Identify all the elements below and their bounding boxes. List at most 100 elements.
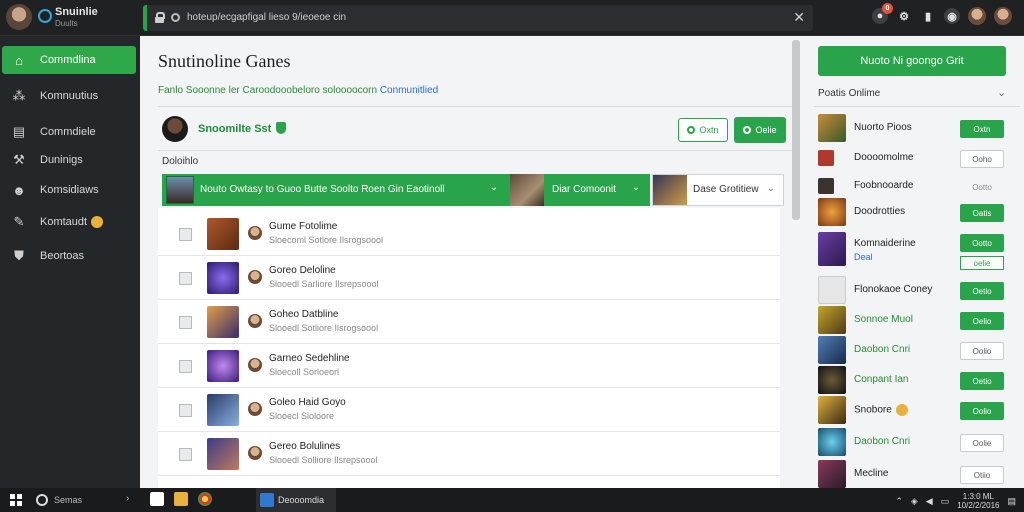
address-bar[interactable]: hoteup/ecgapfigal lieso 9/ieoeoe cin ✕ <box>143 5 813 31</box>
profile-outline-button[interactable]: Oxtn <box>678 118 728 142</box>
bookmark-icon[interactable]: ▮ <box>920 8 936 24</box>
friend-row[interactable]: Daobon Cnri Oolie <box>818 428 1008 456</box>
user-avatar[interactable] <box>6 4 32 30</box>
settings-icon[interactable]: ⚙ <box>896 8 912 24</box>
network-icon[interactable]: ◈ <box>911 496 918 507</box>
friend-row[interactable]: Mecline Otiio <box>818 460 1008 488</box>
windows-start-icon[interactable] <box>10 494 22 506</box>
friend-row[interactable]: Doodrotties Oatis <box>818 198 1008 226</box>
sidebar-item-chat[interactable]: ✎ Komtaudt <box>2 208 136 236</box>
taskbar: Semas › Deooomdia ⌃ ◈ ◀ ▭ 1:3:0 ML 10/2/… <box>0 488 1024 512</box>
sidebar-item-library[interactable]: ▤ Commdiele <box>2 118 136 146</box>
friend-action-button[interactable]: Oelio <box>960 312 1004 330</box>
reload-icon[interactable] <box>171 13 180 22</box>
friend-row[interactable]: Komnaiderine Ootto Deal oelie <box>818 232 1008 272</box>
friend-row[interactable]: Sonnoe Muol Oelio <box>818 306 1008 334</box>
close-icon[interactable]: ✕ <box>793 9 805 26</box>
friend-action-button[interactable]: Oolio <box>960 342 1004 360</box>
friend-action-button[interactable]: Oxtn <box>960 120 1004 138</box>
list-item[interactable]: Goleo Haid Goyo Slooecl Sioloore <box>158 388 780 432</box>
list-item[interactable]: Gume Fotolime Sloecoml Sotlore Ilsrogsoo… <box>158 212 780 256</box>
row-checkbox[interactable] <box>179 316 192 329</box>
record-icon[interactable]: ◉ <box>944 8 960 24</box>
friend-action-button[interactable]: Oolio <box>960 402 1004 420</box>
row-checkbox[interactable] <box>179 272 192 285</box>
chevron-down-icon[interactable]: ⌄ <box>997 86 1006 99</box>
profile-avatar[interactable] <box>994 7 1012 25</box>
search-icon[interactable] <box>36 494 48 506</box>
game-thumbnail <box>207 306 239 338</box>
folder-icon[interactable] <box>174 492 188 506</box>
filter-thumbnail <box>653 175 687 205</box>
chevron-down-icon: ⌄ <box>631 182 640 193</box>
friend-action-button[interactable]: Oetio <box>960 282 1004 300</box>
game-list: Gume Fotolime Sloecoml Sotlore Ilsrogsoo… <box>158 208 780 488</box>
friends-online-label: Poatis Onlime <box>818 88 881 99</box>
volume-icon[interactable]: ◀ <box>926 496 933 507</box>
profile-avatar[interactable] <box>162 116 188 142</box>
sidebar-item-home[interactable]: ⌂ Commdlina <box>2 46 136 74</box>
windows-logo-icon[interactable] <box>150 492 164 506</box>
breadcrumb-link[interactable]: Conmunitlied <box>380 85 438 96</box>
sidebar-item-community[interactable]: ⁂ Komnuutius <box>2 82 136 110</box>
sidebar-item-tools[interactable]: ⚒ Duninigs <box>2 146 136 174</box>
profile-name[interactable]: Snoomilte Sst <box>198 123 271 135</box>
page-title: Snutinoline Ganes <box>158 51 291 71</box>
friend-secondary-button[interactable]: oelie <box>960 256 1004 270</box>
friend-name: Nuorto Pioos <box>854 122 912 133</box>
sidebar-item-friends[interactable]: ☻ Komsidiaws <box>2 176 136 204</box>
taskbar-search-label[interactable]: Semas <box>54 495 82 505</box>
friend-row[interactable]: Doooomolme Ooho <box>818 144 1008 172</box>
main-scrollbar[interactable] <box>792 40 800 220</box>
row-checkbox[interactable] <box>179 404 192 417</box>
list-item[interactable]: Garneo Sedehline Sloecoll Sorloeorl <box>158 344 780 388</box>
notifications-icon[interactable]: ▤ <box>1007 496 1016 507</box>
friend-name: Komnaiderine <box>854 238 916 249</box>
list-item[interactable]: Goheo Datbline Slooedl Sotliore Ilsrogso… <box>158 300 780 344</box>
chevron-right-icon[interactable]: › <box>126 493 129 504</box>
friend-action-button[interactable]: Oatis <box>960 204 1004 222</box>
friend-avatar <box>818 114 846 142</box>
game-thumbnail <box>207 218 239 250</box>
row-checkbox[interactable] <box>179 360 192 373</box>
chat-icon[interactable]: ● 0 <box>872 3 893 24</box>
clock[interactable]: 1:3:0 ML 10/2/2/2016 <box>957 492 999 510</box>
list-item[interactable]: Gereo Bolulines Slooedl Solliore Ilsreps… <box>158 432 780 476</box>
friend-row[interactable]: Foobnooarde Ootto <box>818 172 1008 200</box>
friend-row[interactable]: Daobon Cnri Oolio <box>818 336 1008 364</box>
wrench-icon: ⚒ <box>13 152 25 167</box>
add-friend-button[interactable]: Nuoto Ni goongo Grit <box>818 46 1006 76</box>
friend-row[interactable]: Snobore Oolio <box>818 396 1008 424</box>
friend-avatar <box>818 428 846 456</box>
friend-name: Conpant Ian <box>854 374 909 385</box>
chevron-up-icon[interactable]: ⌃ <box>895 496 903 507</box>
taskbar-active-app[interactable]: Deooomdia <box>256 488 336 512</box>
filter-dropdown-2[interactable]: Diar Comoonit ⌄ <box>508 174 650 206</box>
profile-solid-button[interactable]: Oelie <box>734 117 786 143</box>
address-text[interactable]: hoteup/ecgapfigal lieso 9/ieoeoe cin <box>187 12 346 23</box>
friend-avatar[interactable] <box>968 7 986 25</box>
friend-row[interactable]: Nuorto Pioos Oxtn <box>818 114 1008 142</box>
row-checkbox[interactable] <box>179 228 192 241</box>
friend-action-button[interactable]: Oolie <box>960 434 1004 452</box>
list-item[interactable]: Goreo Deloline Slooedl Sarliore Ilsrepso… <box>158 256 780 300</box>
friend-row[interactable]: Conpant Ian Oetio <box>818 366 1008 394</box>
friend-action-button[interactable]: Ootto <box>960 234 1004 252</box>
filter-label: Dase Grotitiew <box>693 184 759 195</box>
app-subtitle: Duults <box>55 19 78 28</box>
sidebar-item-security[interactable]: ⛊ Beortoas <box>2 242 136 270</box>
row-checkbox[interactable] <box>179 448 192 461</box>
friend-action-button[interactable]: Oetio <box>960 372 1004 390</box>
friend-name: Flonokaoe Coney <box>854 284 933 295</box>
game-subtitle: Slooedl Sarliore Ilsrepsoool <box>269 279 379 289</box>
filter-thumbnail <box>166 176 194 204</box>
browser-icon[interactable] <box>198 492 212 506</box>
friend-action-button[interactable]: Otiio <box>960 466 1004 484</box>
friend-row[interactable]: Flonokaoe Coney Oetio <box>818 276 1008 304</box>
friend-action-button[interactable]: Ootto <box>960 178 1004 196</box>
friend-action-button[interactable]: Ooho <box>960 150 1004 168</box>
battery-icon[interactable]: ▭ <box>941 496 950 507</box>
filter-dropdown-1[interactable]: Nouto Owtasy to Guoo Butte Soolto Roen G… <box>162 174 508 206</box>
filter-dropdown-3[interactable]: Dase Grotitiew ⌄ <box>652 174 784 206</box>
chat-icon: ✎ <box>13 214 25 229</box>
